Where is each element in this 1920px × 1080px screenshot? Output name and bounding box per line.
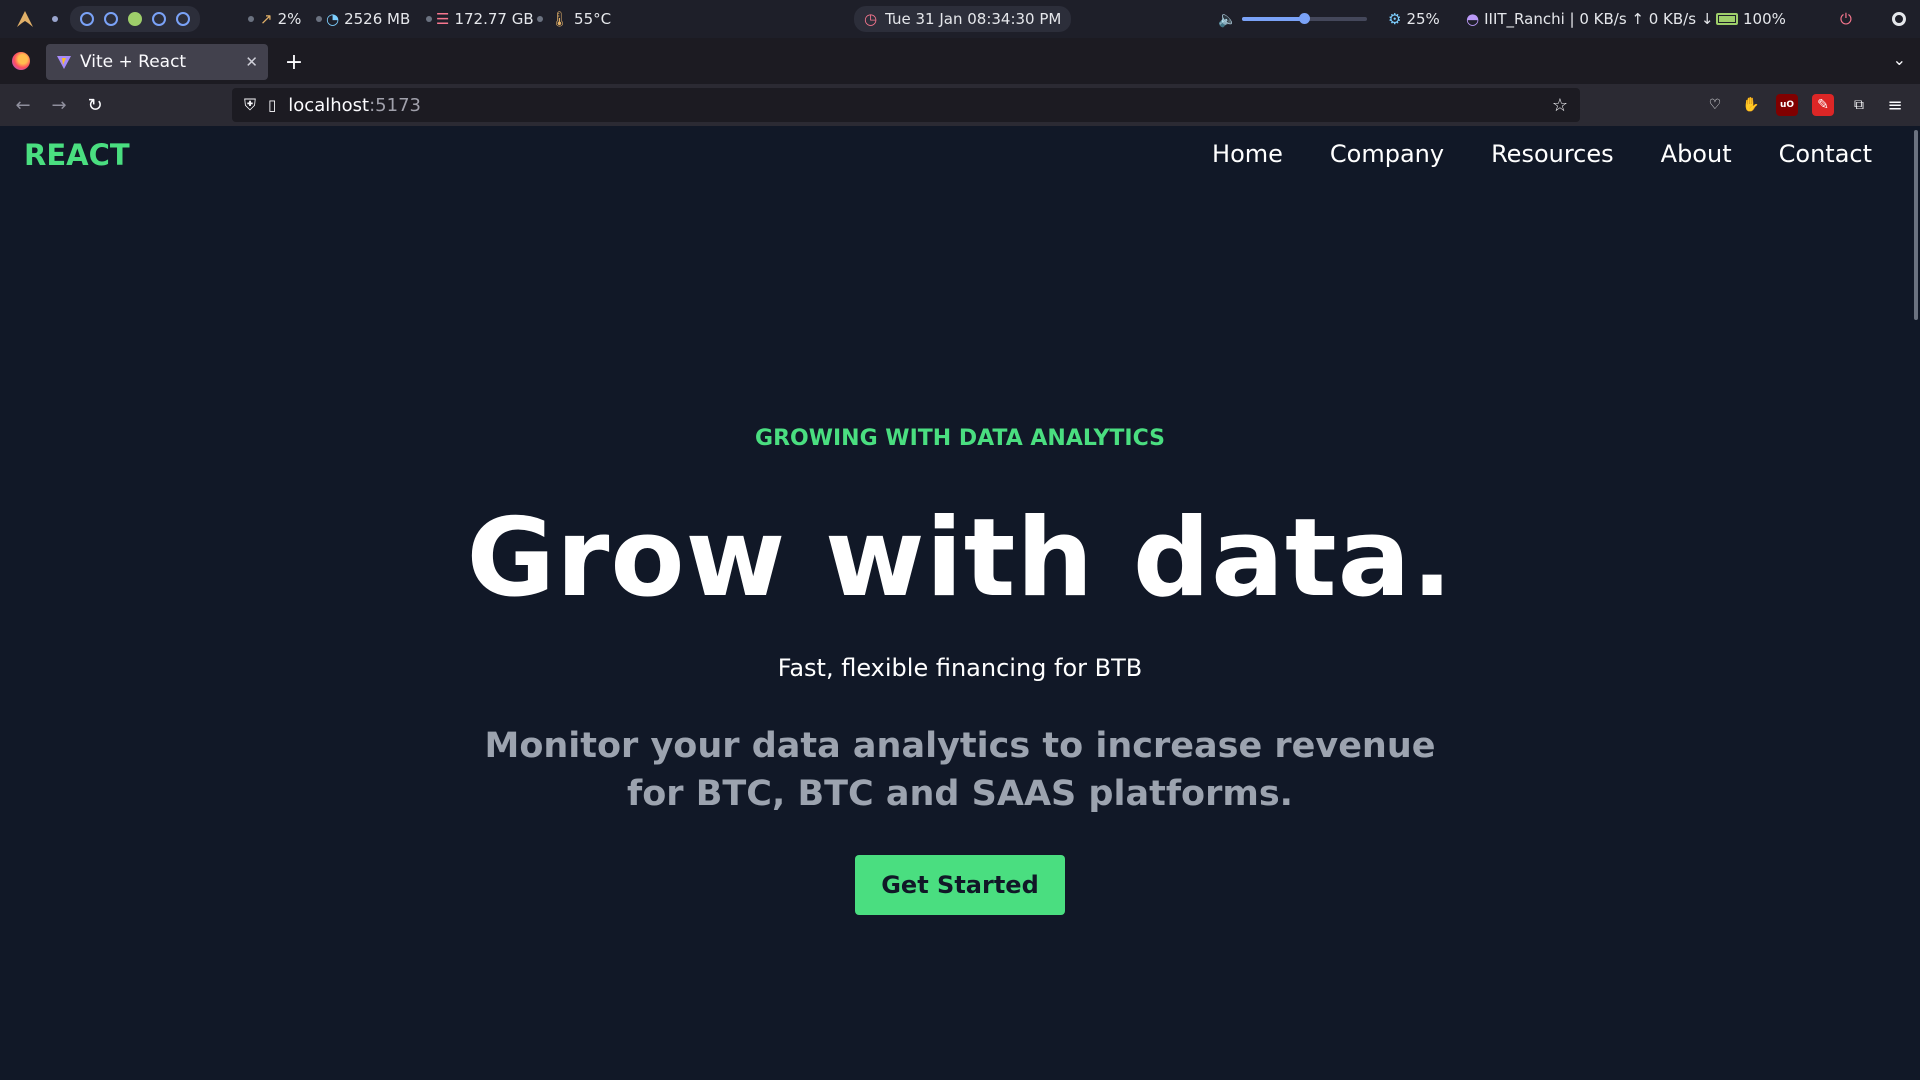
tab-active[interactable]: Vite + React ✕: [46, 44, 268, 80]
memory-value: 2526 MB: [344, 10, 411, 28]
url-bar[interactable]: ⛨ ▯ localhost:5173 ☆: [232, 88, 1580, 122]
battery-widget: 100%: [1716, 0, 1786, 38]
url-port: :5173: [369, 94, 421, 116]
tab-title: Vite + React: [80, 52, 187, 72]
temperature-value: 55°C: [574, 10, 612, 28]
clock-value: Tue 31 Jan 08:34:30 PM: [885, 10, 1062, 28]
ublock-icon[interactable]: uO: [1776, 94, 1798, 116]
volume-widget[interactable]: 🔈: [1218, 0, 1367, 38]
workspace-4[interactable]: [152, 12, 166, 26]
disk-widget: ☰ 172.77 GB: [436, 0, 534, 38]
cpu-widget: ↗ 2%: [260, 0, 301, 38]
back-button[interactable]: ←: [10, 92, 36, 118]
cpu-value: 2%: [277, 10, 302, 28]
vite-favicon-icon: [57, 56, 71, 69]
memory-widget: ◔ 2526 MB: [326, 0, 410, 38]
workspace-5[interactable]: [176, 12, 190, 26]
browser-toolbar: ← → ↻ ⛨ ▯ localhost:5173 ☆ ♡ ✋ uO ✎ ⧉ ≡: [0, 84, 1920, 126]
battery-value: 100%: [1743, 10, 1786, 28]
extension-hand-icon[interactable]: ✋: [1740, 94, 1762, 116]
nav-contact[interactable]: Contact: [1779, 140, 1872, 168]
url-text[interactable]: localhost:5173: [288, 95, 421, 116]
url-host: localhost: [288, 94, 370, 116]
shield-icon[interactable]: ⛨: [244, 95, 256, 115]
disk-icon: ☰: [436, 10, 450, 28]
nav-resources[interactable]: Resources: [1491, 140, 1614, 168]
nav-company[interactable]: Company: [1330, 140, 1444, 168]
nav-about[interactable]: About: [1661, 140, 1732, 168]
new-tab-button[interactable]: +: [280, 48, 308, 76]
network-widget[interactable]: ◓ IIIT_Ranchi | 0 KB/s ↑ 0 KB/s ↓: [1466, 0, 1713, 38]
clock-icon: ◷: [864, 10, 878, 28]
volume-slider[interactable]: [1241, 13, 1367, 24]
get-started-button[interactable]: Get Started: [855, 855, 1065, 915]
hero-eyebrow: GROWING WITH DATA ANALYTICS: [755, 426, 1165, 451]
temperature-widget: 🌡 55°C: [550, 0, 611, 38]
page-icon[interactable]: ▯: [268, 96, 276, 114]
main-nav: Home Company Resources About Contact: [1212, 140, 1872, 168]
hero-description: Monitor your data analytics to increase …: [484, 726, 1436, 814]
power-icon[interactable]: ⏻: [1840, 0, 1852, 38]
brightness-icon: ⚙: [1388, 10, 1402, 28]
pocket-icon[interactable]: ♡: [1704, 94, 1726, 116]
star-icon[interactable]: ☆: [1552, 95, 1568, 116]
workspace-switcher[interactable]: [70, 6, 200, 32]
reload-button[interactable]: ↻: [82, 92, 108, 118]
web-page: REACT Home Company Resources About Conta…: [0, 126, 1920, 1080]
extension-icon[interactable]: ⧉: [1848, 94, 1870, 116]
menu-icon[interactable]: ≡: [1884, 94, 1906, 116]
brand-logo[interactable]: REACT: [24, 138, 130, 172]
brightness-widget[interactable]: ⚙ 25%: [1388, 0, 1440, 38]
wifi-icon: ◓: [1466, 10, 1480, 28]
chevron-down-icon[interactable]: ⌄: [1893, 50, 1906, 69]
notification-dot[interactable]: [1892, 0, 1906, 38]
network-value: IIIT_Ranchi | 0 KB/s ↑ 0 KB/s ↓: [1484, 10, 1714, 28]
forward-button[interactable]: →: [46, 92, 72, 118]
volume-icon: 🔈: [1218, 10, 1237, 28]
memory-icon: ◔: [326, 10, 340, 28]
nav-home[interactable]: Home: [1212, 140, 1283, 168]
close-tab-icon[interactable]: ✕: [245, 53, 258, 71]
hero-subline: Fast, flexible financing for BTB: [777, 654, 1143, 682]
workspace-2[interactable]: [104, 12, 118, 26]
hero-headline: Grow with data.: [466, 496, 1454, 621]
workspace-3[interactable]: [128, 12, 142, 26]
tab-bar: Vite + React ✕ + ⌄: [0, 38, 1920, 84]
scrollbar[interactable]: [1914, 130, 1918, 320]
cpu-icon: ↗: [260, 10, 273, 28]
thermometer-icon: 🌡: [550, 10, 570, 28]
arch-logo-icon[interactable]: [16, 0, 34, 38]
workspace-1[interactable]: [80, 12, 94, 26]
brightness-value: 25%: [1406, 10, 1440, 28]
firefox-icon[interactable]: [12, 52, 30, 70]
pen-extension-icon[interactable]: ✎: [1812, 94, 1834, 116]
disk-value: 172.77 GB: [454, 10, 534, 28]
system-bar: ↗ 2% ◔ 2526 MB ☰ 172.77 GB 🌡 55°C ◷ Tue …: [0, 0, 1920, 38]
battery-icon: [1716, 13, 1738, 25]
clock-widget[interactable]: ◷ Tue 31 Jan 08:34:30 PM: [854, 6, 1072, 32]
